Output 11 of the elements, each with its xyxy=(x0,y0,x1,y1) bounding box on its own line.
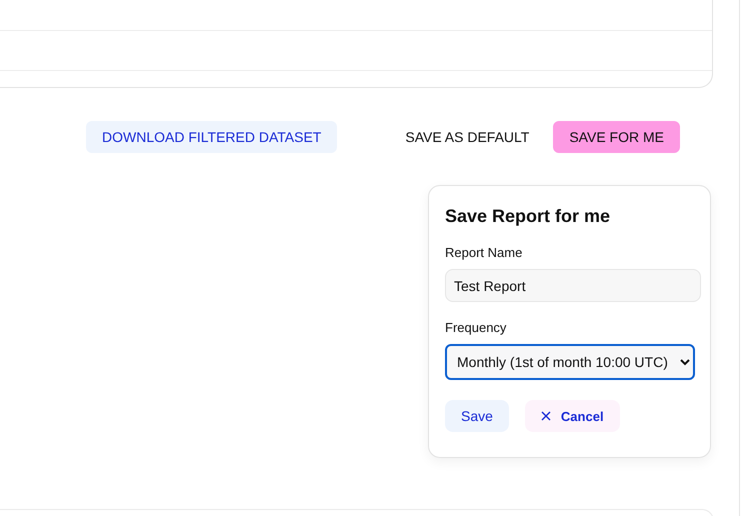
field-label: Report Name xyxy=(445,245,524,260)
cancel-button[interactable]: Cancel xyxy=(524,400,620,432)
dialog-title: Save Report for me xyxy=(445,206,612,227)
close-icon xyxy=(540,411,551,421)
save-for-me-button[interactable]: SAVE FOR ME xyxy=(553,121,680,153)
report-name-field[interactable]: Test Report xyxy=(445,269,701,302)
save-button[interactable]: Save xyxy=(445,400,509,432)
frequency-dropdown[interactable]: Monthly (1st of month 10:00 UTC) xyxy=(445,344,695,380)
field-label: Frequency xyxy=(445,320,508,335)
save-default-button[interactable]: SAVE AS DEFAULT xyxy=(389,121,546,153)
download-button[interactable]: DOWNLOAD FILTERED DATASET xyxy=(86,121,338,153)
